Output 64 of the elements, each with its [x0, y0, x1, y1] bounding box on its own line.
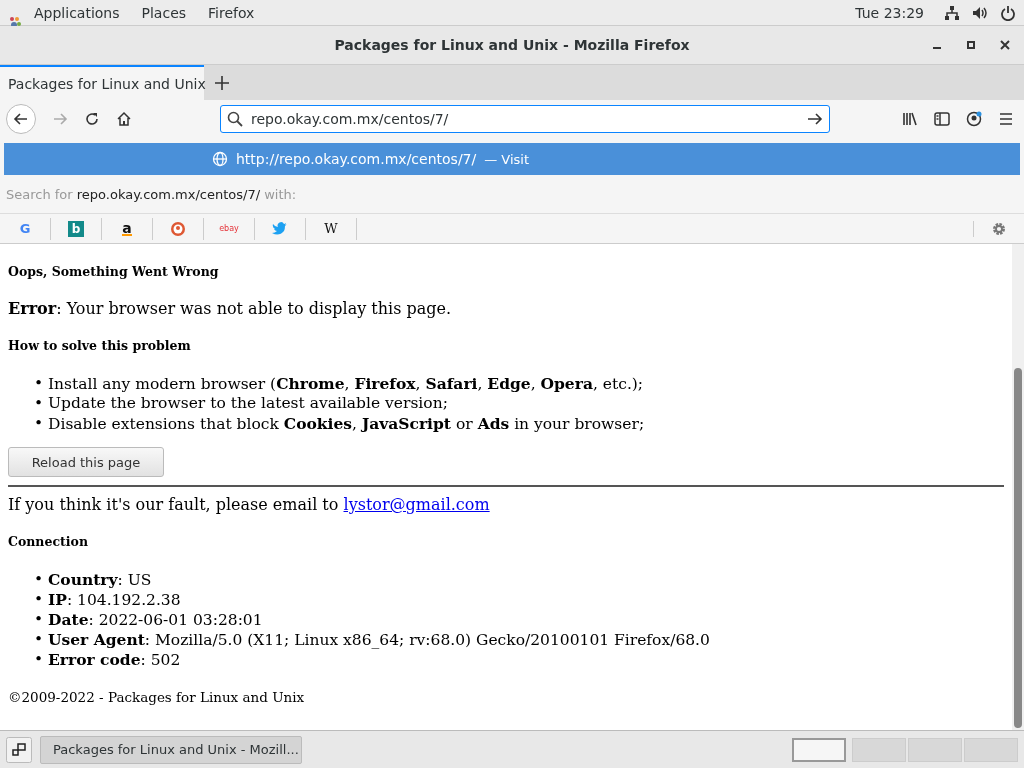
bullet: •: [34, 570, 45, 588]
section-heading: Connection: [8, 534, 89, 549]
contact-text: If you think it's our fault, please email to: [8, 495, 339, 514]
sidebar-icon[interactable]: [934, 110, 950, 127]
email-link[interactable]: lystor@gmail.com: [343, 495, 490, 514]
bullet: •: [34, 394, 45, 412]
bird-icon: [272, 221, 288, 236]
page-heading: Oops, Something Went Wrong: [8, 264, 220, 279]
bullet: •: [34, 610, 45, 628]
back-arrow-icon: [13, 110, 29, 127]
maximize-icon[interactable]: [966, 40, 976, 50]
section-heading: How to solve this problem: [8, 338, 192, 353]
search-engine-button[interactable]: W: [306, 217, 357, 240]
solution-item: Disable extensions that block Cookies, JavaScript or Ads in your browser;: [48, 413, 645, 433]
settings-icon[interactable]: [973, 220, 1007, 237]
go-arrow-icon[interactable]: [807, 110, 823, 127]
power-icon[interactable]: [1000, 4, 1016, 21]
menu-icon[interactable]: [998, 110, 1014, 127]
back-button[interactable]: [6, 103, 36, 134]
workspace-switcher[interactable]: [908, 737, 962, 762]
top-menu[interactable]: Places: [141, 4, 187, 21]
bullet: •: [34, 374, 45, 392]
duck-logo-icon: [170, 220, 186, 237]
reload-button[interactable]: Reload this page: [8, 447, 164, 477]
solution-item: Install any modern browser (Chrome, Firefox, Safari, Edge, Opera, etc.);: [48, 373, 644, 393]
search-engine-button[interactable]: a: [102, 217, 153, 240]
account-icon[interactable]: [966, 110, 982, 127]
home-icon[interactable]: [116, 110, 132, 127]
connection-item: User Agent: Mozilla/5.0 (X11; Linux x86_64; rv:68.0) Gecko/20100101 Firefox/68.0: [48, 629, 710, 649]
close-icon[interactable]: [1000, 40, 1010, 50]
reload-icon[interactable]: [84, 110, 100, 127]
bullet: •: [34, 650, 45, 668]
footer-text: ©2009-2022 - Packages for Linux and Unix: [8, 689, 306, 705]
search-icon: [227, 110, 243, 127]
network-icon[interactable]: [944, 4, 960, 21]
search-engine-button[interactable]: ebay: [204, 217, 255, 240]
globe-icon: [212, 151, 228, 167]
scrollbar[interactable]: [1012, 244, 1024, 730]
workspace-switcher[interactable]: [792, 737, 846, 762]
workspace-switcher[interactable]: [852, 737, 906, 762]
suggestion-action: — Visit: [484, 151, 530, 167]
bullet: •: [34, 414, 45, 432]
connection-item: Date: 2022-06-01 03:28:01: [48, 609, 263, 629]
top-menu[interactable]: Firefox: [208, 4, 255, 21]
search-with-label: Search for repo.okay.com.mx/centos/7/ with:: [0, 175, 1024, 214]
suggestion-url: http://repo.okay.com.mx/centos/7/: [236, 151, 477, 167]
connection-item: IP: 104.192.2.38: [48, 589, 181, 609]
connection-item: Error code: 502: [48, 649, 181, 669]
address-field[interactable]: repo.okay.com.mx/centos/7/: [220, 104, 830, 133]
bullet: •: [34, 630, 45, 648]
taskbar-window-button[interactable]: Packages for Linux and Unix - Mozill...: [40, 735, 302, 764]
window-title: Packages for Linux and Unix - Mozilla Firefox: [334, 37, 690, 53]
solution-item: Update the browser to the latest available version;: [48, 394, 448, 412]
bullet: •: [34, 590, 45, 608]
clock[interactable]: Tue 23:29: [855, 4, 924, 21]
browser-tab[interactable]: Packages for Linux and Unix: [0, 65, 204, 100]
error-message: Error: Your browser was not able to display this page.: [8, 299, 452, 318]
workspace-switcher[interactable]: [964, 737, 1018, 762]
top-menu[interactable]: Applications: [34, 4, 120, 21]
library-icon[interactable]: [902, 110, 918, 127]
search-engine-button[interactable]: b: [51, 217, 102, 240]
connection-item: Country: US: [48, 569, 152, 589]
new-tab-icon[interactable]: [214, 74, 230, 91]
window-list-icon[interactable]: [6, 736, 32, 763]
